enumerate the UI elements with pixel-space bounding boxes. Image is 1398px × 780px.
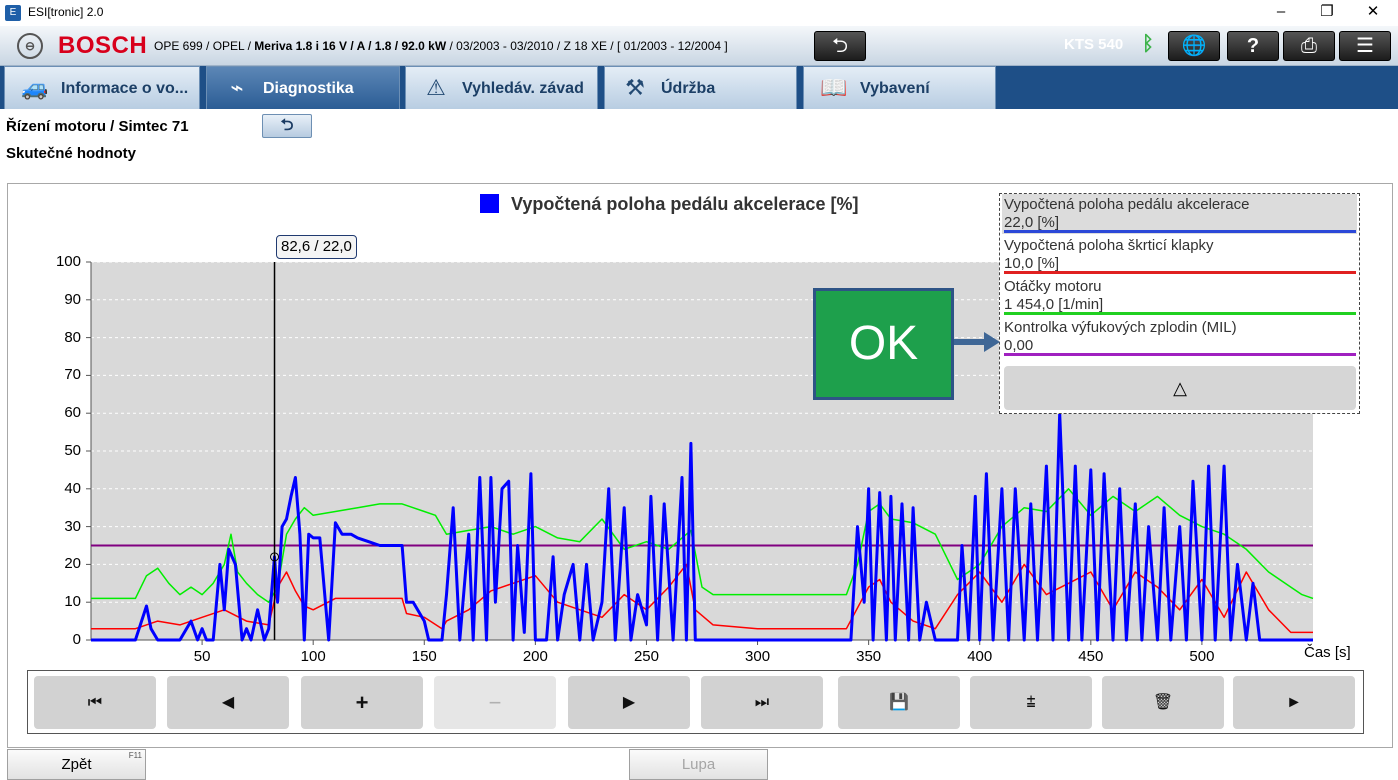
play-icon: ► (1286, 694, 1302, 711)
legend-value: 1 454,0 [1/min] (1004, 296, 1104, 313)
prev-button[interactable]: ◀ (167, 676, 289, 729)
legend-value: 0,00 (1004, 337, 1034, 354)
x-tick-label: 350 (856, 648, 882, 665)
y-tick-label: 20 (64, 555, 81, 573)
y-tick-label: 10 (64, 593, 81, 611)
y-tick-label: 40 (64, 479, 81, 497)
legend-panel: Vypočtená poloha pedálu akcelerace 22,0 … (999, 193, 1360, 414)
next-button[interactable]: ▶ (568, 676, 690, 729)
legend-color-bar (1004, 271, 1356, 274)
y-tick-label: 90 (64, 290, 81, 308)
next-icon: ▶ (622, 694, 636, 711)
x-tick-label: 300 (745, 648, 771, 665)
legend-color-bar (1004, 230, 1356, 233)
legend-value: 10,0 [%] (1004, 255, 1060, 272)
save-button[interactable]: 💾 (838, 676, 960, 729)
legend-color-bar (1004, 353, 1356, 356)
first-button[interactable]: ⏮ (34, 676, 156, 729)
play-button[interactable]: ► (1233, 676, 1355, 729)
first-icon: ⏮ (87, 694, 103, 711)
y-tick-label: 0 (72, 631, 81, 648)
legend-name: Otáčky motoru (1004, 278, 1102, 295)
chart-settings-button[interactable]: ⩲ (970, 676, 1092, 729)
y-tick-label: 30 (64, 517, 81, 535)
chart-toolbar: ⏮ ◀ + − ▶ ⏭ 💾 ⩲ 🗑 ► (27, 670, 1364, 734)
ok-annotation: OK (813, 288, 954, 400)
prev-icon: ◀ (221, 694, 235, 711)
zoom-footer-label: Lupa (681, 756, 716, 773)
cursor-readout: 82,6 / 22,0 (276, 235, 357, 259)
x-tick-label: 200 (522, 648, 548, 665)
back-footer-button[interactable]: Zpět F11 (7, 749, 146, 780)
legend-color-bar (1004, 312, 1356, 315)
back-footer-label: Zpět (61, 756, 92, 773)
legend-name: Vypočtená poloha pedálu akcelerace (1004, 196, 1250, 213)
legend-name: Vypočtená poloha škrticí klapky (1004, 237, 1214, 254)
function-key-hint: F11 (128, 751, 142, 760)
zoom-out-icon: − (488, 690, 502, 715)
delete-icon: 🗑 (1152, 694, 1174, 711)
collapse-triangle-icon: △ (1173, 378, 1187, 398)
legend-item-mil[interactable]: Kontrolka výfukových zplodin (MIL) 0,00 (1002, 317, 1357, 357)
y-tick-label: 60 (64, 404, 81, 422)
zoom-footer-button[interactable]: Lupa (629, 749, 768, 780)
x-tick-label: 50 (193, 648, 211, 665)
chart-settings-icon: ⩲ (1026, 694, 1036, 711)
delete-button[interactable]: 🗑 (1102, 676, 1224, 729)
x-tick-label: 100 (300, 648, 326, 665)
last-button[interactable]: ⏭ (701, 676, 823, 729)
save-icon: 💾 (889, 694, 909, 711)
x-tick-label: 450 (1078, 648, 1104, 665)
x-tick-label: 400 (967, 648, 993, 665)
y-tick-label: 100 (55, 253, 81, 270)
chart-title-swatch (480, 194, 499, 213)
legend-collapse-button[interactable]: △ (1004, 366, 1356, 410)
legend-item-rpm[interactable]: Otáčky motoru 1 454,0 [1/min] (1002, 276, 1357, 316)
legend-item-throttle[interactable]: Vypočtená poloha škrticí klapky 10,0 [%] (1002, 235, 1357, 275)
zoom-out-button[interactable]: − (434, 676, 556, 729)
legend-value: 22,0 [%] (1004, 214, 1060, 231)
zoom-in-button[interactable]: + (301, 676, 423, 729)
legend-item-pedal[interactable]: Vypočtená poloha pedálu akcelerace 22,0 … (1002, 194, 1357, 234)
last-icon: ⏭ (754, 694, 770, 711)
x-axis-label: Čas [s] (1304, 644, 1351, 661)
y-tick-label: 50 (64, 442, 81, 459)
chart-title: Vypočtená poloha pedálu akcelerace [%] (511, 194, 859, 214)
y-tick-label: 80 (64, 328, 81, 346)
ok-arrow-icon (954, 332, 1000, 352)
zoom-in-icon: + (355, 690, 369, 715)
x-tick-label: 150 (411, 648, 437, 665)
x-tick-label: 500 (1189, 648, 1215, 665)
y-tick-label: 70 (64, 366, 81, 384)
legend-name: Kontrolka výfukových zplodin (MIL) (1004, 319, 1237, 336)
x-tick-label: 250 (633, 648, 659, 665)
